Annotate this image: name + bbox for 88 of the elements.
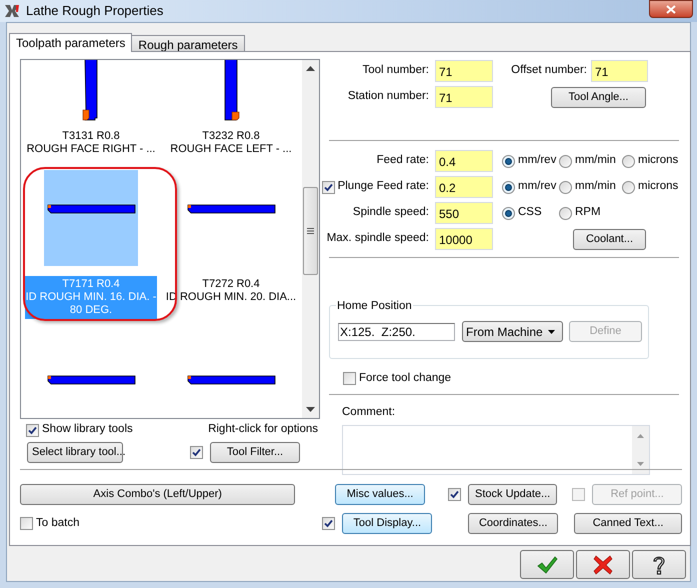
checkbox[interactable] [343,372,356,386]
field-label: Tool number: [362,63,429,78]
input-field[interactable]: 10000 [435,228,493,250]
radio-label: CSS [518,205,542,220]
radio-label: microns [638,179,678,194]
radio-label: mm/min [575,179,616,194]
radio-label: RPM [575,205,601,220]
scroll-down-icon [637,462,644,466]
field-label: Spindle speed: [352,205,429,220]
tool-name: T3131 R0.8 [62,130,120,143]
checkbox[interactable] [20,517,33,530]
radio-button[interactable] [559,154,572,168]
scroll-thumb[interactable] [303,187,318,275]
button[interactable]: Coordinates... [468,513,558,534]
field-label: Comment: [342,405,396,420]
button[interactable]: Stock Update... [468,484,558,505]
checkmark-icon [536,554,558,574]
help-button[interactable] [632,550,686,579]
radio-label: mm/rev [518,153,556,168]
input-field[interactable]: 0.2 [435,176,493,198]
tool-icon [186,204,276,214]
caret-icon [548,330,555,334]
scroll-down-icon [306,407,315,412]
button[interactable]: Tool Filter... [210,442,300,463]
radio-button[interactable] [559,180,572,194]
close-icon [666,4,676,14]
button[interactable]: Axis Combo's (Left/Upper) [20,484,296,505]
checkbox[interactable] [190,446,203,459]
button[interactable]: Tool Display... [342,513,432,534]
comment-field[interactable] [342,424,650,474]
ok-button[interactable] [520,550,574,579]
tool-name: T7171 R0.4 [62,278,120,291]
button[interactable]: Tool Angle... [551,86,646,108]
radio-label: mm/rev [518,179,556,194]
checkbox[interactable] [322,180,335,194]
radio-button[interactable] [502,154,515,168]
input-field[interactable]: 71 [591,60,648,82]
radio-label: microns [638,153,678,168]
tool-name: T3232 R0.8 [202,130,260,143]
input-field[interactable]: 71 [435,60,493,82]
tool-icon [46,204,136,214]
input-field[interactable]: 550 [435,202,493,224]
scroll-up-icon [306,66,315,71]
tool-list-item[interactable]: T3232 R0.8 ROUGH FACE LEFT - ... [161,60,301,160]
checkbox[interactable] [26,424,39,436]
input-field[interactable]: 0.4 [435,150,493,172]
checkbox-label: Force tool change [359,371,452,386]
radio-button[interactable] [502,206,515,220]
field-label: Station number: [346,89,429,104]
tool-description: ROUGH FACE RIGHT - ... [26,143,156,156]
tool-description: ROUGH FACE LEFT - ... [170,143,292,156]
button[interactable]: Coolant... [573,228,646,250]
tab[interactable]: Rough parameters [131,35,245,51]
app-icon [4,3,20,19]
button[interactable]: Misc values... [335,484,425,505]
checkbox[interactable] [448,488,461,501]
button[interactable]: Canned Text... [574,513,682,534]
checkbox[interactable] [322,517,336,530]
close-button[interactable] [649,0,693,18]
tool-name: T7272 R0.4 [202,278,260,291]
tool-icon [186,375,276,385]
radio-button[interactable] [502,180,515,194]
radio-label: mm/min [575,153,616,168]
field-label: Max. spindle speed: [326,231,429,246]
scroll-up-icon [637,434,644,438]
scrollbar[interactable] [302,60,319,418]
checkbox-label: To batch [36,516,80,531]
selection-highlight[interactable] [44,170,138,266]
tool-icon [46,375,136,385]
field-label: Offset number: [510,63,587,78]
radio-button[interactable] [622,154,635,168]
cancel-button[interactable] [576,550,630,579]
input-field[interactable]: 71 [435,86,493,108]
field-label: Plunge Feed rate: [338,179,429,194]
input-field[interactable]: X:125. Z:250. [338,322,455,340]
hint-text: Right-click for options [208,422,318,438]
tab[interactable]: Toolpath parameters [9,33,132,52]
help-icon [651,554,667,576]
field-label: Feed rate: [376,153,429,168]
window-title: Lathe Rough Properties [26,2,164,20]
tool-list-item[interactable]: T3131 R0.8 ROUGH FACE RIGHT - ... [21,60,161,160]
dropdown[interactable]: From Machine [462,321,563,342]
radio-button[interactable] [559,206,572,220]
radio-button[interactable] [622,180,635,194]
checkbox-label: Show library tools [42,422,133,438]
cross-icon [593,554,613,574]
tool-description: ID ROUGH MIN. 16. DIA. - 80 DEG. [25,291,157,317]
button[interactable]: Select library tool... [27,442,123,463]
